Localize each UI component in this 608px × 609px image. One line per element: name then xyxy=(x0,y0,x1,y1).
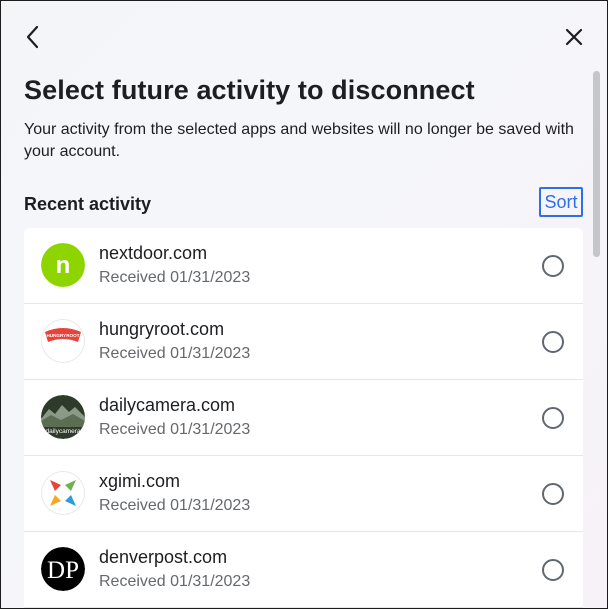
activity-received-date: Received 01/31/2023 xyxy=(99,421,251,438)
dailycamera-logo-icon: dailycamera xyxy=(41,395,85,439)
activity-row-denverpost[interactable]: DP denverpost.com Received 01/31/2023 xyxy=(24,532,583,608)
section-heading-recent-activity: Recent activity xyxy=(24,194,152,214)
activity-site-name: denverpost.com xyxy=(99,547,228,567)
close-icon xyxy=(565,28,583,46)
activity-received-date: Received 01/31/2023 xyxy=(99,573,251,590)
activity-list: n nextdoor.com Received 01/31/2023 HUNGR… xyxy=(24,228,583,608)
sort-button[interactable]: Sort xyxy=(539,187,583,217)
activity-row-nextdoor[interactable]: n nextdoor.com Received 01/31/2023 xyxy=(24,228,583,304)
activity-site-name: nextdoor.com xyxy=(99,243,208,263)
xgimi-logo-icon xyxy=(41,471,85,515)
activity-site-name: xgimi.com xyxy=(99,471,181,491)
chevron-left-icon xyxy=(26,25,39,49)
disconnect-activity-dialog: Select future activity to disconnect You… xyxy=(0,0,608,609)
svg-text:DP: DP xyxy=(47,557,79,584)
page-title: Select future activity to disconnect xyxy=(24,75,475,105)
nextdoor-logo-icon: n xyxy=(41,243,85,287)
hungryroot-logo-icon: HUNGRYROOT xyxy=(41,319,85,363)
activity-received-date: Received 01/31/2023 xyxy=(99,269,251,286)
svg-text:dailycamera: dailycamera xyxy=(45,428,80,435)
select-radio[interactable] xyxy=(542,255,564,277)
back-button[interactable] xyxy=(20,23,46,51)
activity-site-name: hungryroot.com xyxy=(99,319,225,339)
activity-row-dailycamera[interactable]: dailycamera dailycamera.com Received 01/… xyxy=(24,380,583,456)
denverpost-logo-icon: DP xyxy=(41,547,85,591)
activity-row-xgimi[interactable]: xgimi.com Received 01/31/2023 xyxy=(24,456,583,532)
select-radio[interactable] xyxy=(542,483,564,505)
svg-text:n: n xyxy=(56,252,71,279)
svg-text:HUNGRYROOT: HUNGRYROOT xyxy=(46,333,79,338)
select-radio[interactable] xyxy=(542,407,564,429)
page-description: Your activity from the selected apps and… xyxy=(24,121,574,160)
scrollbar[interactable] xyxy=(593,71,600,257)
activity-row-hungryroot[interactable]: HUNGRYROOT hungryroot.com Received 01/31… xyxy=(24,304,583,380)
activity-received-date: Received 01/31/2023 xyxy=(99,497,251,514)
activity-site-name: dailycamera.com xyxy=(99,395,236,415)
close-button[interactable] xyxy=(561,23,587,51)
select-radio[interactable] xyxy=(542,331,564,353)
select-radio[interactable] xyxy=(542,559,564,581)
activity-received-date: Received 01/31/2023 xyxy=(99,345,251,362)
